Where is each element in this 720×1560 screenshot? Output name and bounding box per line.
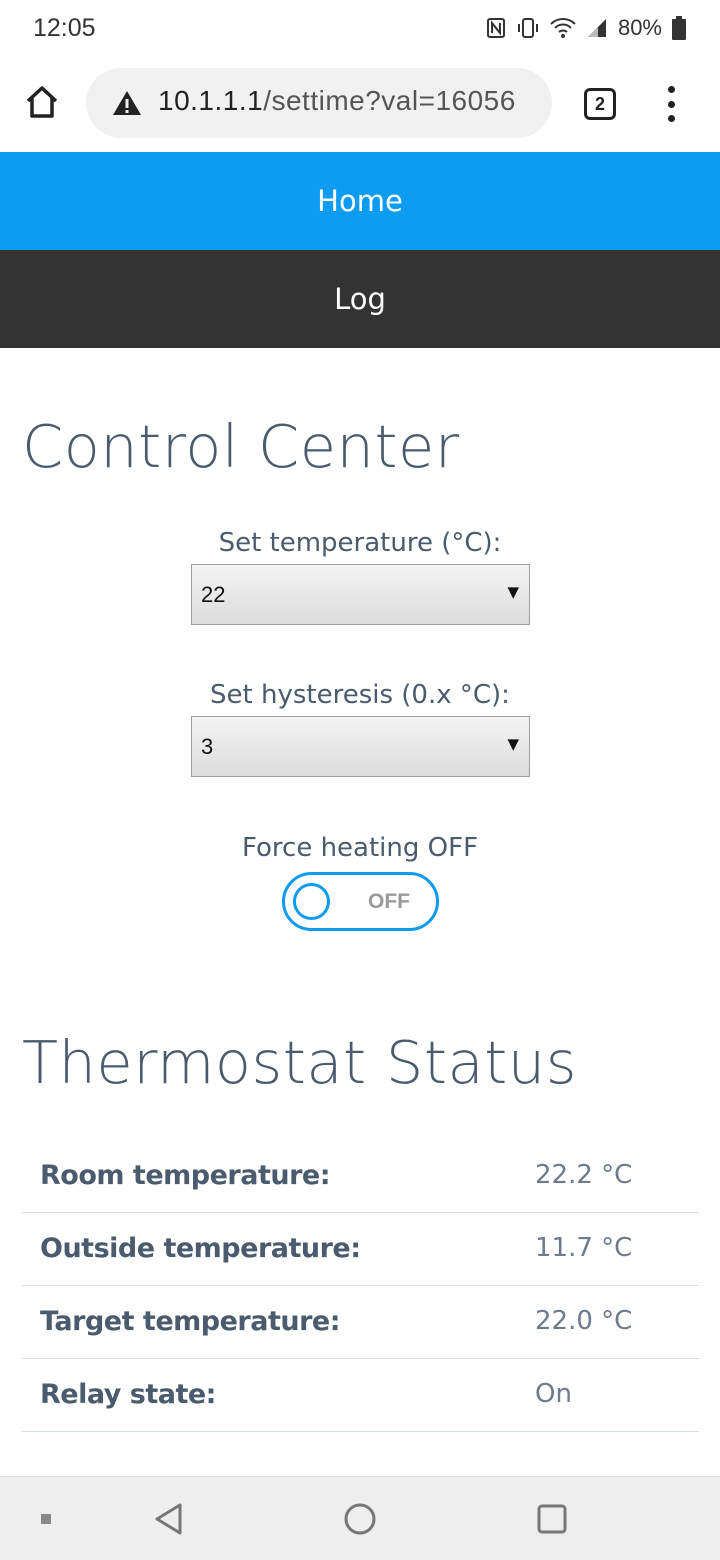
back-triangle-icon (155, 1503, 182, 1535)
battery-percent: 80% (617, 15, 662, 40)
row-value: 22.0 °C (535, 1306, 633, 1336)
url-host: 10.1.1.1 (158, 85, 264, 116)
force-heating-toggle[interactable]: OFF (282, 872, 439, 931)
wifi-icon (550, 18, 576, 38)
status-table: Room temperature: 22.2 °C Outside temper… (22, 1140, 699, 1432)
back-button[interactable] (146, 1477, 190, 1560)
system-navigation-bar (0, 1476, 720, 1560)
signal-icon (587, 19, 606, 37)
table-row: Target temperature: 22.0 °C (22, 1286, 699, 1359)
hysteresis-select-value: 3 (201, 734, 214, 759)
row-label: Relay state: (40, 1379, 216, 1410)
hysteresis-label: Set hysteresis (0.x °C): (210, 680, 510, 710)
control-center-title: Control Center (22, 412, 460, 481)
home-icon (26, 86, 58, 118)
recents-button[interactable] (530, 1477, 574, 1560)
battery-icon (672, 16, 686, 40)
row-value: On (535, 1379, 572, 1409)
row-label: Outside temperature: (40, 1233, 361, 1264)
overflow-menu-button[interactable] (660, 86, 682, 122)
thermostat-status-title: Thermostat Status (22, 1028, 577, 1097)
menu-dot (667, 100, 675, 108)
tabs-button[interactable]: 2 (584, 88, 616, 120)
address-bar[interactable]: 10.1.1.1/settime?val=16056 (86, 68, 552, 138)
home-button[interactable] (22, 82, 62, 122)
url-text: 10.1.1.1/settime?val=16056 (158, 85, 516, 117)
square-dot-icon (41, 1514, 51, 1524)
url-path: /settime?val=16056 (263, 85, 516, 116)
nav-dot-button[interactable] (28, 1477, 64, 1560)
menu-dot (667, 115, 675, 122)
nfc-icon (486, 18, 505, 38)
status-icons: 80% (486, 14, 686, 42)
hysteresis-select[interactable]: 3 ▼ (191, 716, 530, 777)
browser-toolbar: 10.1.1.1/settime?val=16056 2 (0, 56, 720, 152)
table-row: Relay state: On (22, 1359, 699, 1432)
temperature-select-value: 22 (201, 582, 226, 607)
row-label: Target temperature: (40, 1306, 341, 1337)
menu-dot (667, 86, 675, 93)
status-bar: 12:05 80% (0, 0, 720, 56)
recents-square-icon (537, 1504, 567, 1534)
force-heating-label: Force heating OFF (241, 833, 479, 863)
dropdown-arrow-icon: ▼ (507, 735, 519, 753)
toggle-state-text: OFF (368, 890, 410, 913)
temperature-label: Set temperature (°C): (218, 528, 502, 558)
row-label: Room temperature: (40, 1160, 331, 1191)
home-nav-button[interactable] (338, 1477, 382, 1560)
nav-home[interactable]: Home (0, 152, 720, 250)
row-value: 11.7 °C (535, 1233, 633, 1263)
temperature-select[interactable]: 22 ▼ (191, 564, 530, 625)
table-row: Room temperature: 22.2 °C (22, 1140, 699, 1213)
nav-log[interactable]: Log (0, 250, 720, 348)
table-row: Outside temperature: 11.7 °C (22, 1213, 699, 1286)
nav-log-label: Log (334, 282, 386, 316)
status-time: 12:05 (33, 14, 96, 42)
tab-count: 2 (594, 93, 605, 114)
home-circle-icon (344, 1503, 376, 1535)
nav-home-label: Home (317, 184, 403, 218)
vibrate-icon (517, 18, 538, 38)
row-value: 22.2 °C (535, 1160, 633, 1190)
warning-icon (113, 91, 141, 115)
toggle-knob (293, 883, 330, 920)
dropdown-arrow-icon: ▼ (507, 583, 519, 601)
